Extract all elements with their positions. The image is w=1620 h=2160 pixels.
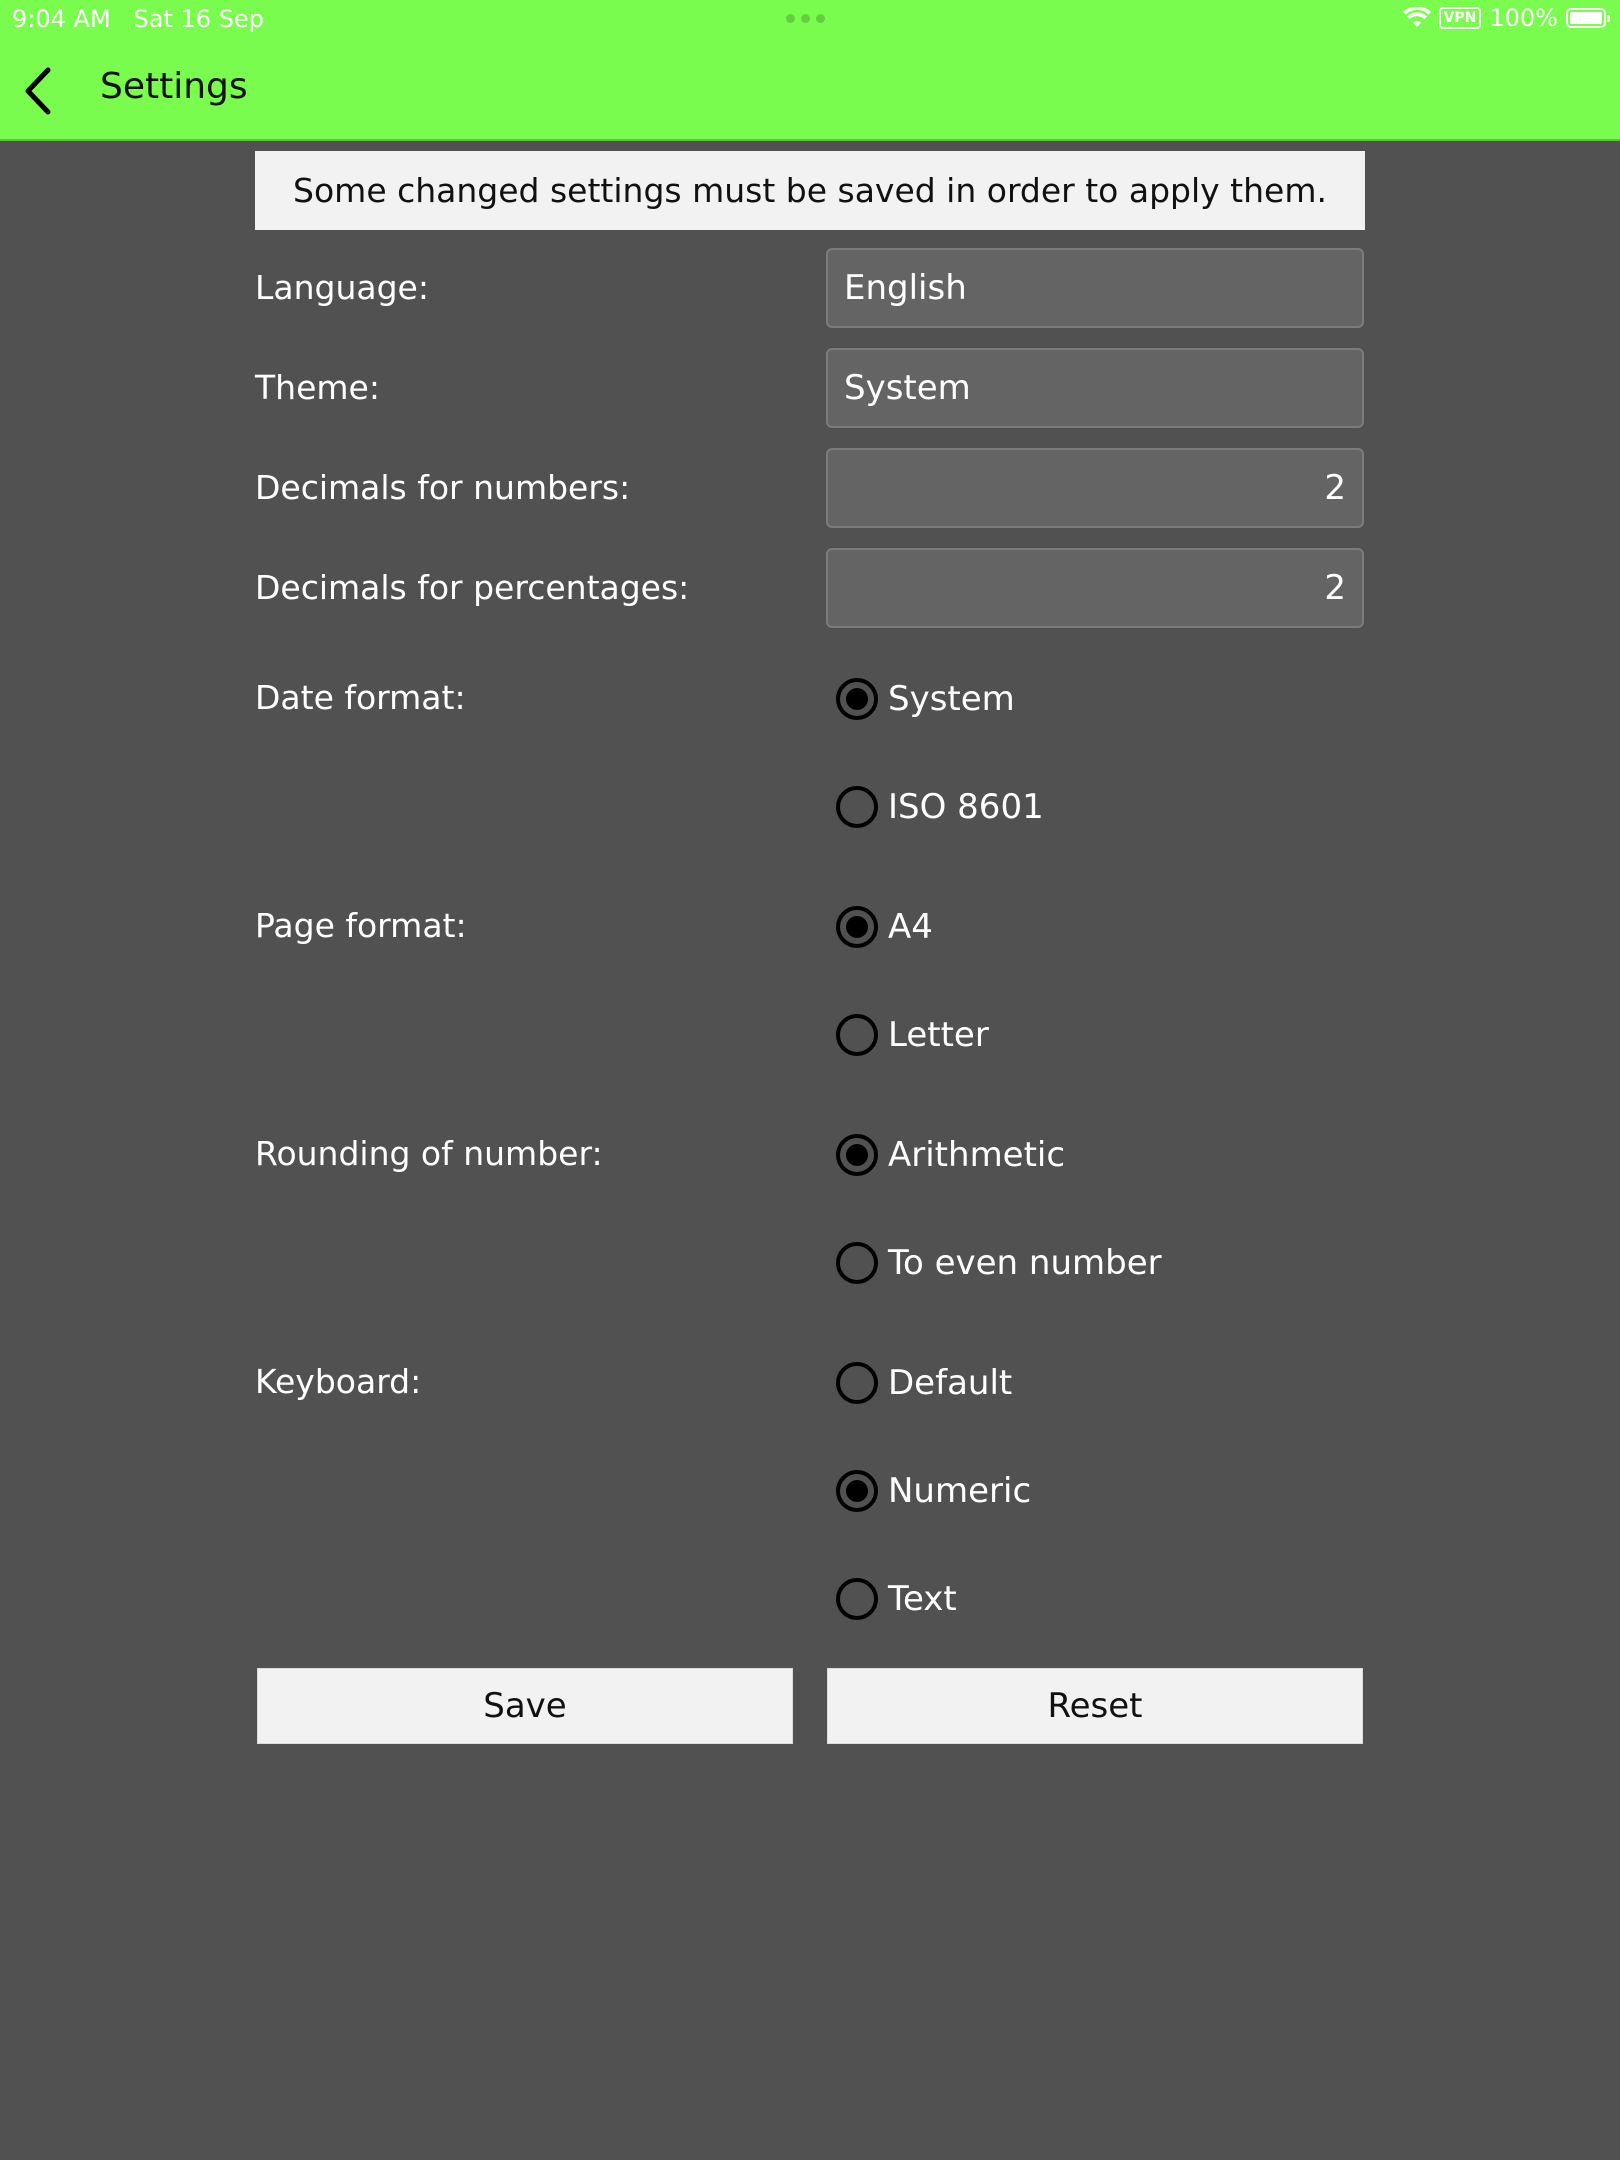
- decimals-numbers-label: Decimals for numbers:: [255, 468, 631, 507]
- decimals-percentages-input[interactable]: 2: [826, 548, 1364, 628]
- radio-selected-icon: [836, 1134, 878, 1176]
- radio-selected-icon: [836, 906, 878, 948]
- page-format-option-letter[interactable]: Letter: [836, 1014, 989, 1056]
- page-format-option-a4[interactable]: A4: [836, 906, 933, 948]
- decimals-numbers-input[interactable]: 2: [826, 448, 1364, 528]
- rounding-option-even[interactable]: To even number: [836, 1242, 1162, 1284]
- radio-label: ISO 8601: [888, 787, 1044, 827]
- date-format-label: Date format:: [255, 678, 466, 717]
- radio-unselected-icon: [836, 1242, 878, 1284]
- status-bar-time: 9:04 AM Sat 16 Sep: [12, 5, 264, 33]
- navigation-bar: 9:04 AM Sat 16 Sep VPN 100% Settings: [0, 0, 1620, 141]
- wifi-icon: [1402, 7, 1431, 27]
- radio-selected-icon: [836, 1470, 878, 1512]
- date-format-option-iso8601[interactable]: ISO 8601: [836, 786, 1044, 828]
- keyboard-option-default[interactable]: Default: [836, 1362, 1012, 1404]
- rounding-label: Rounding of number:: [255, 1134, 603, 1173]
- radio-label: Text: [888, 1579, 957, 1619]
- radio-label: A4: [888, 907, 933, 947]
- radio-label: Default: [888, 1363, 1013, 1403]
- status-bar-indicators: VPN 100%: [1402, 4, 1610, 32]
- radio-label: Letter: [888, 1015, 989, 1055]
- multitasking-dots-icon[interactable]: [786, 14, 825, 23]
- save-button[interactable]: Save: [257, 1668, 793, 1744]
- keyboard-option-numeric[interactable]: Numeric: [836, 1470, 1031, 1512]
- reset-button[interactable]: Reset: [827, 1668, 1363, 1744]
- theme-label: Theme:: [255, 368, 380, 407]
- radio-unselected-icon: [836, 786, 878, 828]
- battery-percent: 100%: [1489, 4, 1558, 32]
- battery-icon: [1566, 8, 1610, 28]
- back-button[interactable]: [18, 64, 62, 118]
- rounding-option-arithmetic[interactable]: Arithmetic: [836, 1134, 1065, 1176]
- radio-unselected-icon: [836, 1362, 878, 1404]
- info-banner: Some changed settings must be saved in o…: [255, 151, 1365, 230]
- radio-label: Numeric: [888, 1471, 1032, 1511]
- keyboard-label: Keyboard:: [255, 1362, 422, 1401]
- radio-label: To even number: [888, 1243, 1162, 1283]
- status-time: 9:04 AM: [12, 5, 111, 33]
- date-format-option-system[interactable]: System: [836, 678, 1015, 720]
- theme-picker[interactable]: System: [826, 348, 1364, 428]
- radio-selected-icon: [836, 678, 878, 720]
- radio-unselected-icon: [836, 1014, 878, 1056]
- radio-unselected-icon: [836, 1578, 878, 1620]
- status-date: Sat 16 Sep: [133, 5, 264, 33]
- radio-label: System: [888, 679, 1015, 719]
- page-format-label: Page format:: [255, 906, 467, 945]
- language-label: Language:: [255, 268, 429, 307]
- decimals-percentages-label: Decimals for percentages:: [255, 568, 690, 607]
- vpn-badge: VPN: [1438, 7, 1482, 29]
- language-picker[interactable]: English: [826, 248, 1364, 328]
- radio-label: Arithmetic: [888, 1135, 1066, 1175]
- keyboard-option-text[interactable]: Text: [836, 1578, 957, 1620]
- page-title: Settings: [100, 66, 248, 107]
- chevron-left-icon: [25, 67, 51, 115]
